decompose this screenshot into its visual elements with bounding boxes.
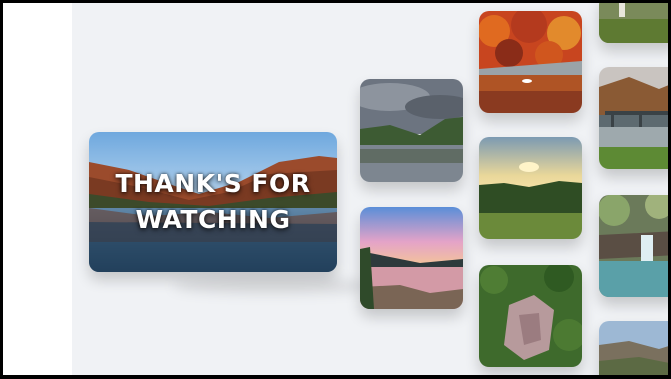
- autumn-forest-image: [479, 11, 582, 113]
- sunset-lake-image: [360, 207, 463, 309]
- hero-shadow: [172, 278, 372, 294]
- meadow-image: [599, 3, 668, 43]
- valley-image: [599, 321, 668, 375]
- rock-outcrop-image: [479, 265, 582, 367]
- sunset-field-image: [479, 137, 582, 239]
- waterfall-image: [599, 195, 668, 297]
- hero-lake-image: THANK'S FOR WATCHING: [89, 132, 337, 272]
- slide-canvas: THANK'S FOR WATCHING: [72, 3, 668, 375]
- cloudy-lake-image: [360, 79, 463, 182]
- hero-title: THANK'S FOR WATCHING: [89, 132, 337, 272]
- hero-title-line-2: WATCHING: [135, 205, 291, 234]
- slide-frame: THANK'S FOR WATCHING: [3, 3, 668, 375]
- hero-title-line-1: THANK'S FOR: [115, 169, 311, 198]
- bridge-image: [599, 67, 668, 169]
